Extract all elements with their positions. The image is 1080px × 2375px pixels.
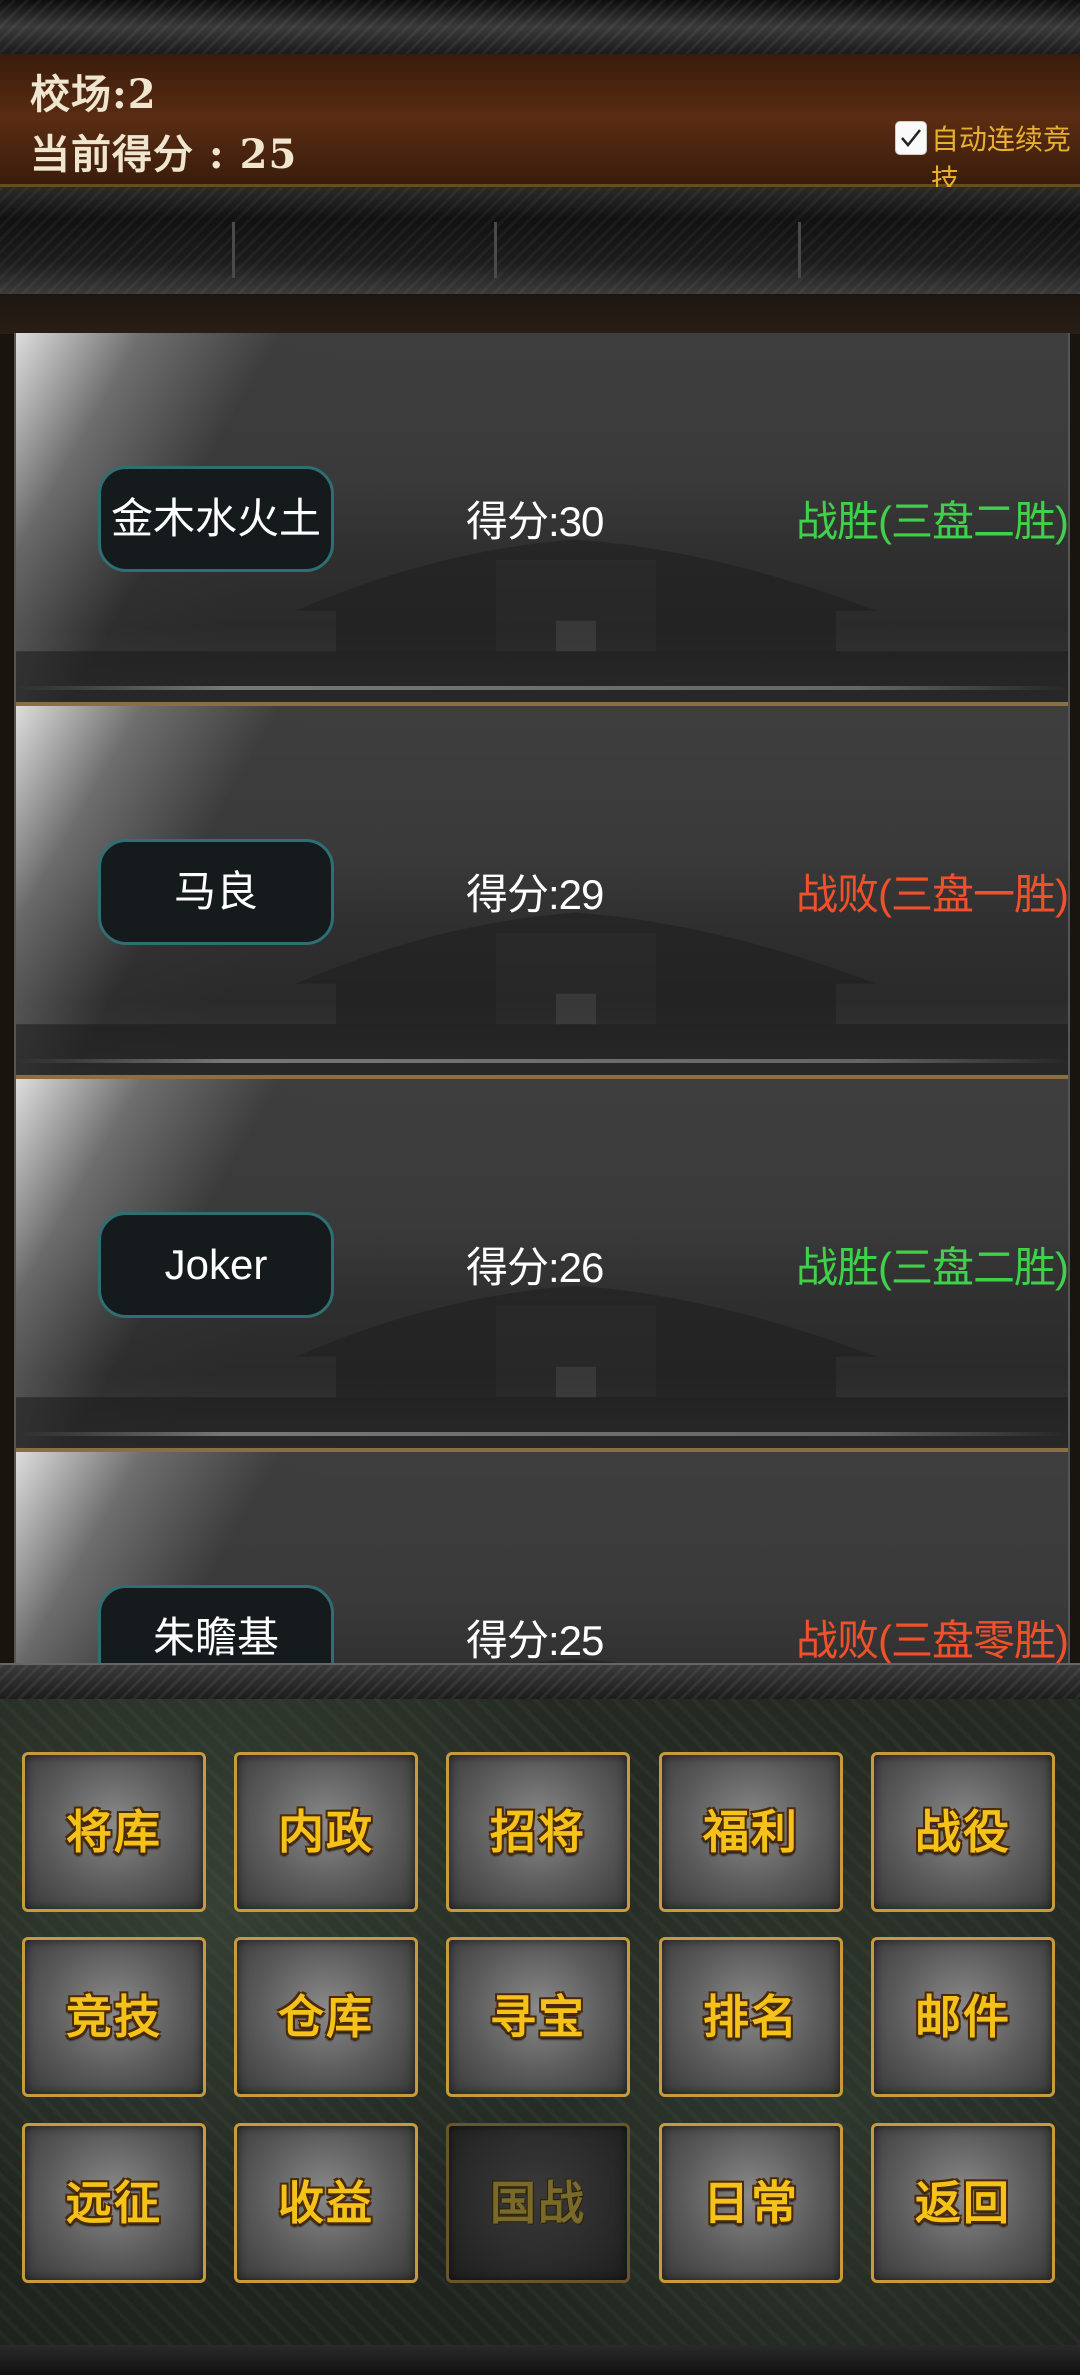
opponent-name-button[interactable]: Joker xyxy=(98,1212,334,1318)
arena-label: 校场:2 xyxy=(30,71,157,118)
menu-button-welfare[interactable]: 福利 xyxy=(659,1752,843,1912)
opponent-list[interactable]: 金木水火土 得分:30 战胜(三盘二胜) 马良 得分:29 战败(三盘一胜) J… xyxy=(14,333,1070,1663)
menu-button-mail[interactable]: 邮件 xyxy=(871,1937,1055,2097)
battle-result: 战败(三盘零胜) xyxy=(796,1617,1068,1663)
auto-compete-label[interactable]: 自动连续竞技 xyxy=(931,118,1080,198)
menu-top-border xyxy=(0,1663,1080,1701)
battle-result: 战败(三盘一胜) xyxy=(796,871,1068,918)
checkmark-icon xyxy=(901,129,921,147)
opponent-score: 得分:29 xyxy=(466,871,604,918)
bar-divider xyxy=(494,222,497,278)
menu-button-arena[interactable]: 竞技 xyxy=(22,1937,206,2097)
menu-button-ranking[interactable]: 排名 xyxy=(659,1937,843,2097)
bar-divider xyxy=(798,222,801,278)
opponent-name-button[interactable]: 朱瞻基 xyxy=(98,1585,334,1663)
opponent-score: 得分:25 xyxy=(466,1617,604,1663)
opponent-row[interactable]: 马良 得分:29 战败(三盘一胜) xyxy=(16,706,1068,1079)
current-score-label: 当前得分 : 25 xyxy=(30,131,298,178)
gap-strip xyxy=(0,294,1080,334)
opponent-score: 得分:26 xyxy=(466,1244,604,1291)
opponent-name-button[interactable]: 金木水火土 xyxy=(98,466,334,572)
menu-button-campaign[interactable]: 战役 xyxy=(871,1752,1055,1912)
menu-button-back[interactable]: 返回 xyxy=(871,2123,1055,2283)
ground-line xyxy=(16,1059,1068,1063)
ground-line xyxy=(16,686,1068,690)
menu-button-generals[interactable]: 将库 xyxy=(22,1752,206,1912)
menu-button-warehouse[interactable]: 仓库 xyxy=(234,1937,418,2097)
menu-button-daily[interactable]: 日常 xyxy=(659,2123,843,2283)
battle-result: 战胜(三盘二胜) xyxy=(796,1244,1068,1291)
menu-button-income[interactable]: 收益 xyxy=(234,2123,418,2283)
menu-button-domestic[interactable]: 内政 xyxy=(234,1752,418,1912)
menu-button-treasure[interactable]: 寻宝 xyxy=(446,1937,630,2097)
auto-compete-checkbox[interactable] xyxy=(895,121,927,155)
opponent-row[interactable]: 朱瞻基 得分:25 战败(三盘零胜) xyxy=(16,1452,1068,1663)
menu-button-expedition[interactable]: 远征 xyxy=(22,2123,206,2283)
menu-button-national-war: 国战 xyxy=(446,2123,630,2283)
opponent-name-button[interactable]: 马良 xyxy=(98,839,334,945)
battle-result: 战胜(三盘二胜) xyxy=(796,498,1068,545)
bar-divider xyxy=(232,222,235,278)
decorative-bar xyxy=(0,187,1080,294)
menu-button-recruit[interactable]: 招将 xyxy=(446,1752,630,1912)
bottom-border xyxy=(0,2345,1080,2375)
ground-line xyxy=(16,1432,1068,1436)
top-border xyxy=(0,0,1080,56)
opponent-row[interactable]: 金木水火土 得分:30 战胜(三盘二胜) xyxy=(16,333,1068,706)
opponent-row[interactable]: Joker 得分:26 战胜(三盘二胜) xyxy=(16,1079,1068,1452)
opponent-score: 得分:30 xyxy=(466,498,604,545)
